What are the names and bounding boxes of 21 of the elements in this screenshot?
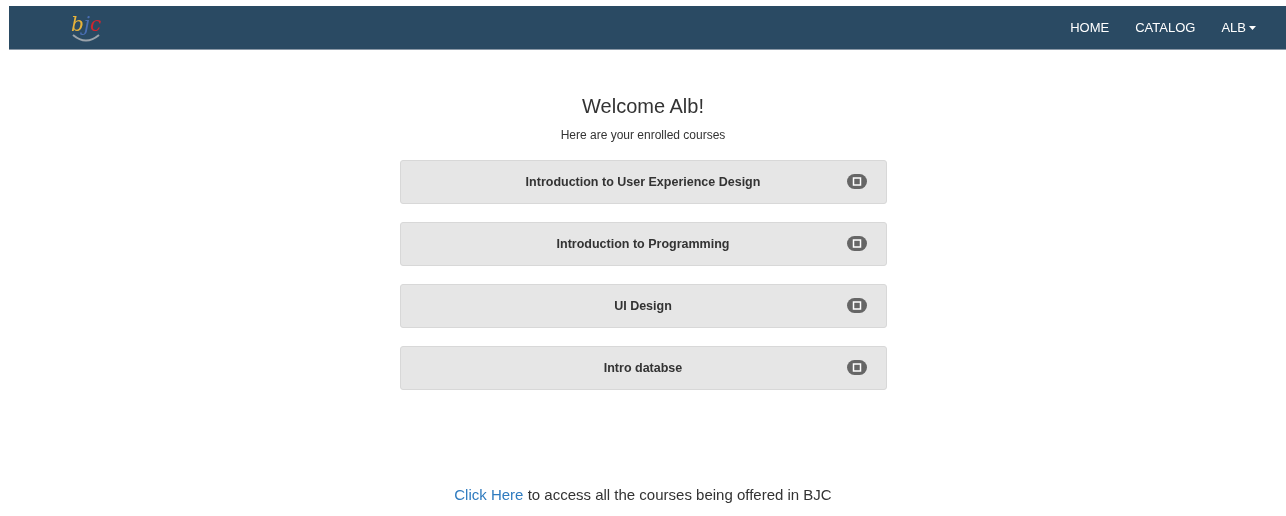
- course-title: UI Design: [614, 299, 672, 313]
- welcome-heading: Welcome Alb!: [582, 95, 704, 118]
- course-title: Intro databse: [603, 361, 683, 375]
- caret-icon: [1249, 25, 1256, 30]
- footer-text: Click Here to access all the courses being offered in BJC: [454, 486, 832, 503]
- nav-link[interactable]: CATALOG: [1135, 20, 1196, 35]
- square-icon[interactable]: [846, 174, 867, 189]
- subheading: Here are your enrolled courses: [560, 128, 726, 142]
- user-menu[interactable]: ALB: [1221, 20, 1256, 35]
- course-title: Introduction to User Experience Design: [525, 175, 761, 189]
- square-icon[interactable]: [846, 360, 867, 375]
- click-here-link[interactable]: Click Here: [454, 486, 524, 503]
- course-card[interactable]: Intro databse: [399, 346, 887, 390]
- course-card[interactable]: UI Design: [399, 284, 887, 328]
- square-icon[interactable]: [846, 236, 867, 251]
- smile-icon: [71, 33, 102, 42]
- nav-link[interactable]: HOME: [1070, 20, 1110, 35]
- course-card[interactable]: Introduction to Programming: [399, 222, 887, 266]
- course-card[interactable]: Introduction to User Experience Design: [399, 160, 887, 204]
- square-icon[interactable]: [846, 298, 867, 313]
- course-title: Introduction to Programming: [556, 237, 730, 251]
